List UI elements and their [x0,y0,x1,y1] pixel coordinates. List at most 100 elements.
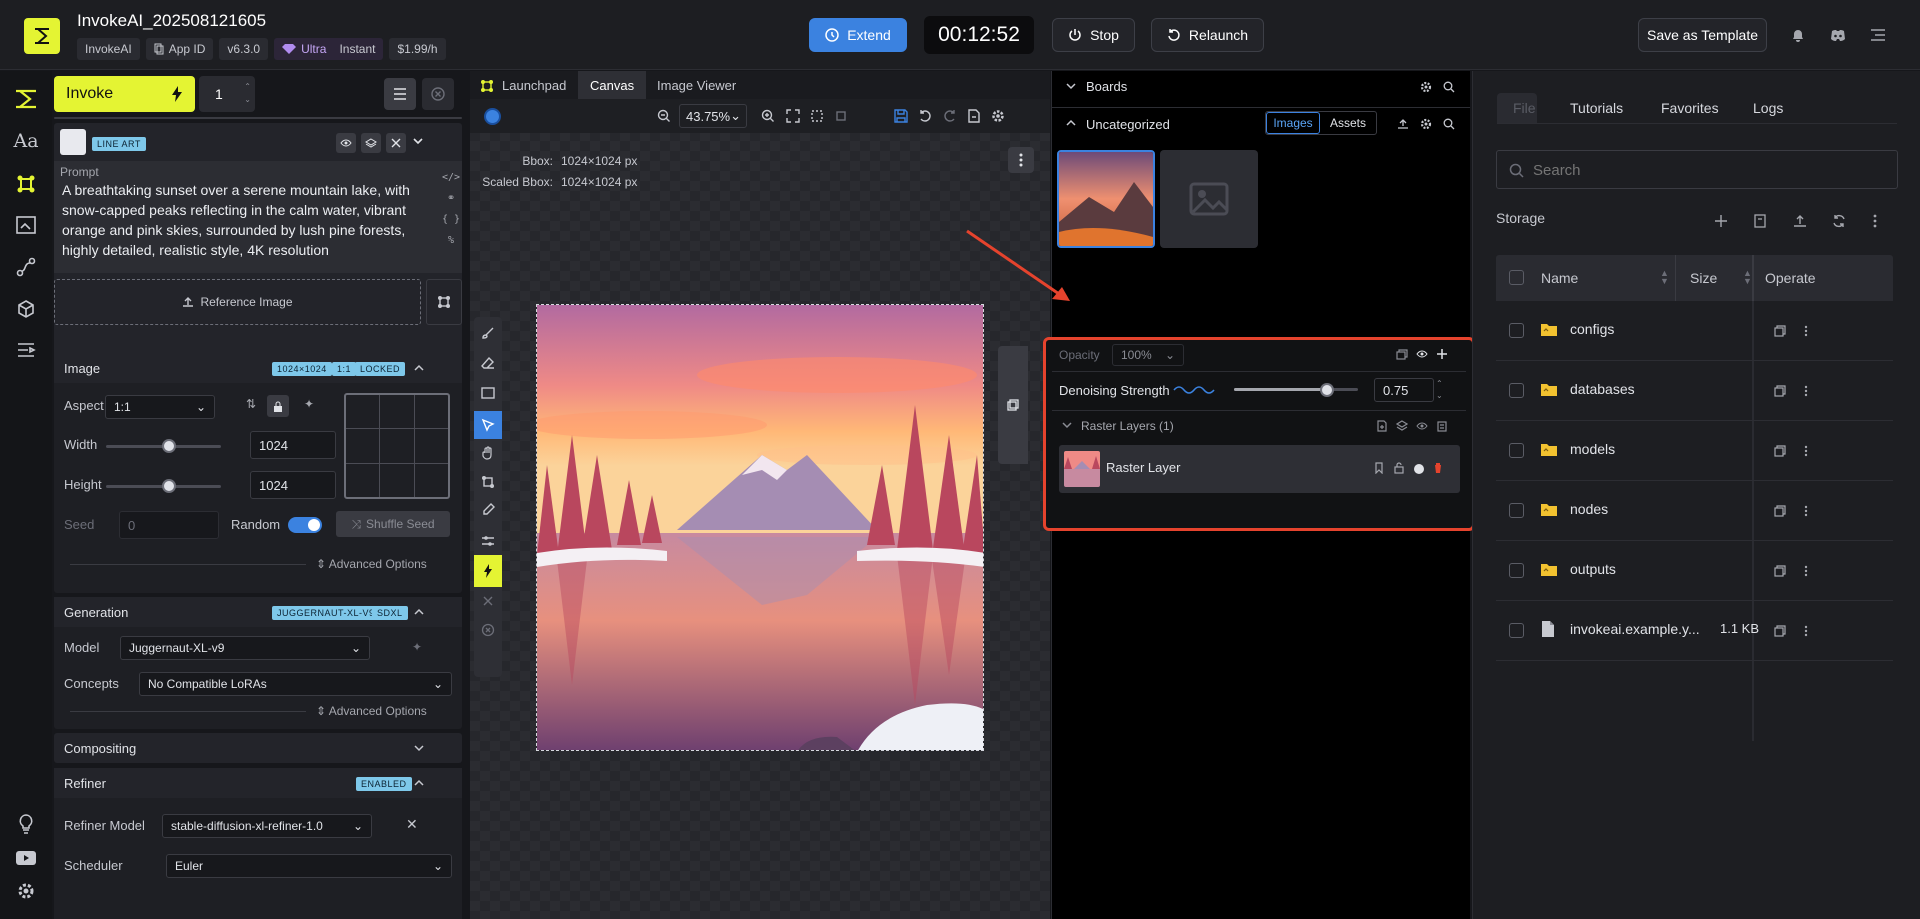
color-picker-swatch[interactable] [484,108,501,125]
layer-merge-icon[interactable] [1396,349,1408,361]
scheduler-select[interactable]: Euler ⌄ [166,854,452,878]
column-name[interactable]: Name [1541,270,1578,286]
chevron-down-icon[interactable] [1066,81,1076,91]
gallery-placeholder[interactable] [1160,150,1258,248]
eraser-icon[interactable] [478,353,498,373]
chevron-up-icon[interactable] [414,607,424,617]
row-checkbox[interactable] [1509,443,1524,458]
zoom-in-icon[interactable] [761,109,775,123]
settings-gear-icon[interactable] [14,879,38,903]
model-select[interactable]: Juggernaut-XL-v9 ⌄ [120,636,370,660]
random-toggle[interactable] [288,517,322,533]
sort-size-icon[interactable]: ▲ ▼ [1743,269,1752,286]
quick-invoke-lightning-icon[interactable] [474,555,502,587]
lock-icon[interactable] [1393,462,1405,474]
tab-canvas[interactable]: Canvas [578,71,647,99]
chevron-down-icon[interactable] [412,135,424,147]
height-input[interactable]: 1024 [250,471,336,499]
more-icon[interactable] [1798,563,1814,579]
bbox-tool-icon[interactable] [478,472,498,492]
toggle-right-panel-icon[interactable] [998,346,1028,464]
more-icon[interactable] [1798,623,1814,639]
zoom-select[interactable]: 43.75% ⌄ [679,104,747,128]
queue-rail-icon[interactable] [14,338,38,362]
tab-assets[interactable]: Assets [1320,112,1376,134]
table-row[interactable]: invokeai.example.y... 1.1 KB [1496,601,1893,661]
quantity-stepper[interactable]: 1 ⌃ ⌄ [199,76,255,112]
bell-icon[interactable] [1788,25,1808,45]
swap-icon[interactable]: ⇅ [246,397,256,411]
visibility-dot-icon[interactable] [1414,464,1424,474]
chevron-up-icon[interactable] [414,778,424,788]
copy-icon[interactable] [1772,383,1788,399]
layers-icon[interactable] [1396,420,1408,432]
table-row[interactable]: nodes [1496,481,1893,541]
search-input[interactable] [1533,159,1883,181]
table-row[interactable]: configs [1496,301,1893,361]
canvas-rail-icon[interactable] [14,172,38,196]
table-row[interactable]: models [1496,421,1893,481]
board-upload-icon[interactable] [1397,118,1409,130]
move-cursor-icon[interactable] [474,411,502,439]
search-field[interactable] [1496,150,1898,189]
chevron-up-icon[interactable] [1066,118,1076,128]
denoise-slider[interactable] [1234,380,1358,400]
stop-button[interactable]: Stop [1052,18,1135,52]
compositing-section[interactable]: Compositing [54,733,462,763]
tab-images[interactable]: Images [1266,112,1320,134]
tab-launchpad[interactable]: Launchpad [490,71,578,99]
invoke-button[interactable]: Invoke [54,76,195,112]
adjustments-icon[interactable] [478,531,498,551]
delete-group-icon[interactable] [1436,420,1448,432]
invoke-rail-logo-icon[interactable] [14,87,38,111]
stepper-arrows-icon[interactable]: ⌃ ⌄ [244,80,251,106]
hand-icon[interactable] [478,443,498,463]
copy-icon[interactable] [1772,443,1788,459]
eye-icon[interactable] [1416,350,1428,358]
width-slider-knob[interactable] [162,439,176,453]
height-slider-knob[interactable] [162,479,176,493]
text-tool-icon[interactable]: Aa [13,129,38,153]
model-sparkle-icon[interactable]: ✦ [412,640,422,654]
rectangle-icon[interactable] [478,383,498,403]
width-input[interactable]: 1024 [250,431,336,459]
denoise-stepper-icon[interactable]: ⌃ ⌄ [1436,378,1443,402]
link-icon[interactable]: ⚭ [442,188,460,209]
braces-icon[interactable]: { } [442,209,460,230]
save-icon[interactable] [894,109,908,123]
plus-icon[interactable] [1714,214,1728,228]
board-search-icon[interactable] [1443,118,1455,130]
gallery-rail-icon[interactable] [14,213,38,237]
add-raster-icon[interactable] [1376,420,1388,432]
storage-more-icon[interactable] [1873,214,1877,228]
eyedropper-icon[interactable] [478,500,498,520]
refiner-model-select[interactable]: stable-diffusion-xl-refiner-1.0 ⌄ [162,814,372,838]
clear-queue-icon[interactable] [478,620,498,640]
shuffle-seed-button[interactable]: ⤨ Shuffle Seed [336,511,450,537]
canvas-settings-gear-icon[interactable] [991,109,1005,123]
refresh-icon[interactable] [1832,214,1846,228]
canvas-more-icon[interactable] [1008,147,1034,173]
column-size[interactable]: Size [1690,270,1717,286]
more-icon[interactable] [1798,323,1814,339]
add-layer-plus-icon[interactable] [1436,348,1448,360]
eye-icon[interactable] [336,133,356,153]
row-checkbox[interactable] [1509,623,1524,638]
archive-icon[interactable] [1753,214,1767,228]
redo-icon[interactable] [943,109,957,123]
undo-icon[interactable] [918,109,932,123]
tab-file[interactable]: File [1513,93,1536,123]
chevron-up-icon[interactable] [414,363,424,373]
fit-view-icon[interactable] [786,109,800,123]
select-all-checkbox[interactable] [1509,270,1524,285]
app-id-chip[interactable]: App ID [145,38,214,60]
cancel-queue-button[interactable] [422,78,454,110]
reset-view-icon[interactable] [834,109,848,123]
row-checkbox[interactable] [1509,563,1524,578]
chevron-down-icon[interactable] [414,743,424,753]
prompt-box[interactable]: Prompt A breathtaking sunset over a sere… [54,161,462,273]
denoise-input[interactable]: 0.75 [1374,378,1434,402]
prompt-text[interactable]: A breathtaking sunset over a serene moun… [62,180,440,260]
save-as-template-button[interactable]: Save as Template [1638,18,1767,52]
trash-icon[interactable] [1433,462,1443,474]
